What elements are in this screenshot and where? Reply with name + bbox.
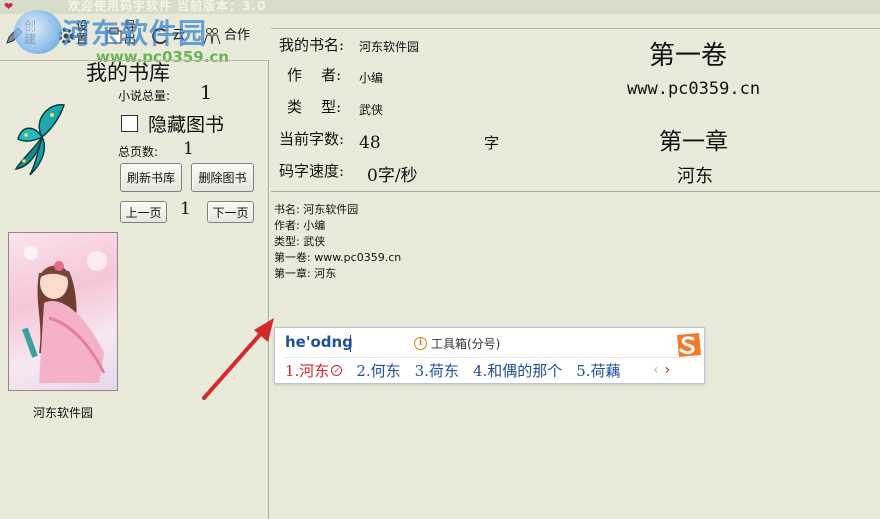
window-title: 欢迎使用码字软件 当前版本：3.0 (68, 0, 267, 13)
ime-toolbox-label: 工具箱(分号) (431, 337, 501, 351)
ime-candidate[interactable]: 2.何东 (356, 360, 400, 381)
chapter-name: 河东 (677, 166, 713, 187)
editor-line: 作者: 小编 (274, 219, 326, 232)
sogou-logo-icon (677, 333, 701, 357)
author-value: 小编 (359, 71, 384, 85)
next-page-button[interactable]: 下一页 (207, 201, 254, 223)
people-icon (203, 28, 221, 45)
app-icon: ❤ (4, 0, 14, 13)
delete-book-button[interactable]: 删除图书 (191, 163, 254, 192)
cloud-icon (152, 28, 167, 45)
ime-next-page[interactable]: › (665, 362, 671, 378)
cooperate-label: 合作 (224, 28, 251, 43)
info-icon: i (414, 337, 427, 350)
pen-icon (6, 27, 23, 44)
genre-value: 武侠 (359, 103, 384, 117)
settings-label: 设置 (76, 19, 89, 46)
ime-separator (283, 357, 696, 358)
export-label: 导出 (124, 19, 137, 46)
total-novels-label: 小说总量: (118, 89, 171, 103)
cover-illustration (21, 246, 107, 383)
volume-title: 第一卷 (649, 41, 728, 71)
book-name-label: 我的书名: (279, 36, 345, 54)
ime-candidate[interactable]: 1.河东 ✓ (285, 360, 343, 381)
check-icon: ✓ (331, 365, 343, 376)
create-button[interactable]: 创建 (4, 20, 38, 56)
total-pages-value: 1 (183, 139, 194, 159)
checkbox-box[interactable] (121, 115, 138, 132)
export-button[interactable]: 导出 (104, 20, 138, 56)
ime-input-text: he'odng (285, 333, 353, 351)
word-count-label: 当前字数: (279, 130, 345, 148)
ime-candidate[interactable]: 3.荷东 (415, 360, 459, 381)
author-label: 作 者: (287, 66, 342, 84)
book-info-panel: 我的书名: 河东软件园 作 者: 小编 类 型: 武侠 当前字数: 48 字 码… (271, 28, 880, 192)
settings-button[interactable]: 设置 (56, 20, 90, 56)
book-name-value: 河东软件园 (359, 40, 420, 54)
toolbar: 创建 设置 导出 云 合作 (0, 14, 268, 60)
editor-line: 第一章: 河东 (274, 267, 337, 280)
word-count-value: 48 (359, 133, 381, 153)
editor-line: 第一卷: www.pc0359.cn (274, 251, 402, 264)
book-cover[interactable] (8, 232, 118, 391)
word-unit: 字 (484, 134, 500, 152)
prev-page-button[interactable]: 上一页 (120, 201, 167, 223)
ime-candidate[interactable]: 4.和偶的那个 (473, 360, 562, 381)
library-title: 我的书库 (86, 61, 170, 85)
butterfly-icon (14, 103, 65, 176)
cooperate-button[interactable]: 合作 (202, 20, 250, 56)
library-panel: 我的书库 小说总量: 1 隐藏图书 总页数: 1 刷新书库 删除图书 上一页 1… (0, 60, 269, 519)
total-novels-value: 1 (200, 82, 213, 104)
cloud-button[interactable]: 云 (150, 20, 185, 56)
chapter-title: 第一章 (659, 129, 728, 155)
volume-name: www.pc0359.cn (627, 79, 761, 99)
ime-candidate-list: 1.河东 ✓ 2.何东 3.荷东 4.和偶的那个 5.荷藕 (285, 360, 635, 381)
editor-line: 书名: 河东软件园 (274, 203, 359, 216)
book-name: 河东软件园 (32, 406, 93, 420)
gear-icon (58, 28, 74, 44)
typing-speed-label: 码字速度: (279, 162, 345, 180)
ime-pager: ‹ › (653, 362, 676, 378)
total-pages-label: 总页数: (118, 145, 159, 159)
ime-prev-page[interactable]: ‹ (653, 362, 659, 378)
hide-books-checkbox[interactable]: 隐藏图书 (121, 110, 224, 137)
cloud-label: 云 (172, 28, 186, 43)
ime-candidate[interactable]: 5.荷藕 (576, 360, 620, 381)
export-icon (106, 27, 122, 44)
genre-label: 类 型: (287, 98, 342, 116)
ime-toolbox-button[interactable]: i 工具箱(分号) (414, 335, 500, 352)
ime-candidate-window: he'odng i 工具箱(分号) 1.河东 ✓ 2.何东 3.荷东 4.和偶的那… (274, 327, 705, 384)
refresh-library-button[interactable]: 刷新书库 (120, 163, 182, 192)
hide-books-label: 隐藏图书 (148, 114, 225, 136)
create-label: 创建 (24, 19, 37, 46)
ime-caret (350, 335, 351, 352)
title-bar: ❤ 欢迎使用码字软件 当前版本：3.0 (0, 0, 880, 14)
typing-speed-value: 0字/秒 (367, 166, 418, 186)
current-page: 1 (180, 199, 191, 219)
editor-line: 类型: 武侠 (274, 235, 326, 248)
